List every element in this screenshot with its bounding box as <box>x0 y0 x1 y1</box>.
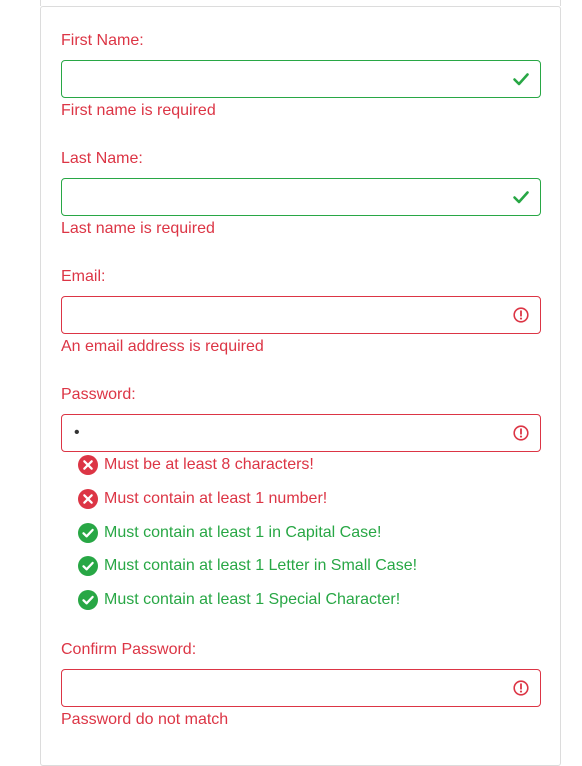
check-circle-icon <box>78 556 98 576</box>
x-circle-icon <box>78 455 98 475</box>
password-input[interactable] <box>62 415 502 451</box>
password-rule-special: Must contain at least 1 Special Characte… <box>78 589 400 611</box>
confirm-password-error: Password do not match <box>61 711 229 728</box>
last-name-input[interactable] <box>62 179 502 215</box>
alert-circle-icon <box>513 425 529 441</box>
confirm-password-label: Confirm Password: <box>61 641 197 658</box>
first-name-input[interactable] <box>62 61 502 97</box>
password-rule-number: Must contain at least 1 number! <box>78 488 327 510</box>
password-field[interactable] <box>61 414 541 452</box>
password-rule-lowercase: Must contain at least 1 Letter in Small … <box>78 555 417 577</box>
x-circle-icon <box>78 489 98 509</box>
email-label: Email: <box>61 268 106 285</box>
first-name-error: First name is required <box>61 102 216 119</box>
password-rule-text: Must be at least 8 characters! <box>104 456 314 473</box>
alert-circle-icon <box>513 680 529 696</box>
email-error: An email address is required <box>61 338 264 355</box>
first-name-field[interactable] <box>61 60 541 98</box>
password-rule-text: Must contain at least 1 in Capital Case! <box>104 524 382 541</box>
check-circle-icon <box>78 590 98 610</box>
password-rule-text: Must contain at least 1 number! <box>104 490 328 507</box>
alert-circle-icon <box>513 307 529 323</box>
last-name-label: Last Name: <box>61 150 143 167</box>
password-rule-capital: Must contain at least 1 in Capital Case! <box>78 522 381 544</box>
password-rule-text: Must contain at least 1 Special Characte… <box>104 591 401 608</box>
password-rule-length: Must be at least 8 characters! <box>78 454 314 476</box>
last-name-field[interactable] <box>61 178 541 216</box>
confirm-password-input[interactable] <box>62 670 502 706</box>
last-name-error: Last name is required <box>61 220 215 237</box>
check-icon <box>513 73 529 86</box>
check-icon <box>513 191 529 204</box>
confirm-password-field[interactable] <box>61 669 541 707</box>
password-label: Password: <box>61 386 136 403</box>
email-field[interactable] <box>61 296 541 334</box>
check-circle-icon <box>78 523 98 543</box>
email-input[interactable] <box>62 297 502 333</box>
password-rule-text: Must contain at least 1 Letter in Small … <box>104 557 418 574</box>
first-name-label: First Name: <box>61 32 144 49</box>
